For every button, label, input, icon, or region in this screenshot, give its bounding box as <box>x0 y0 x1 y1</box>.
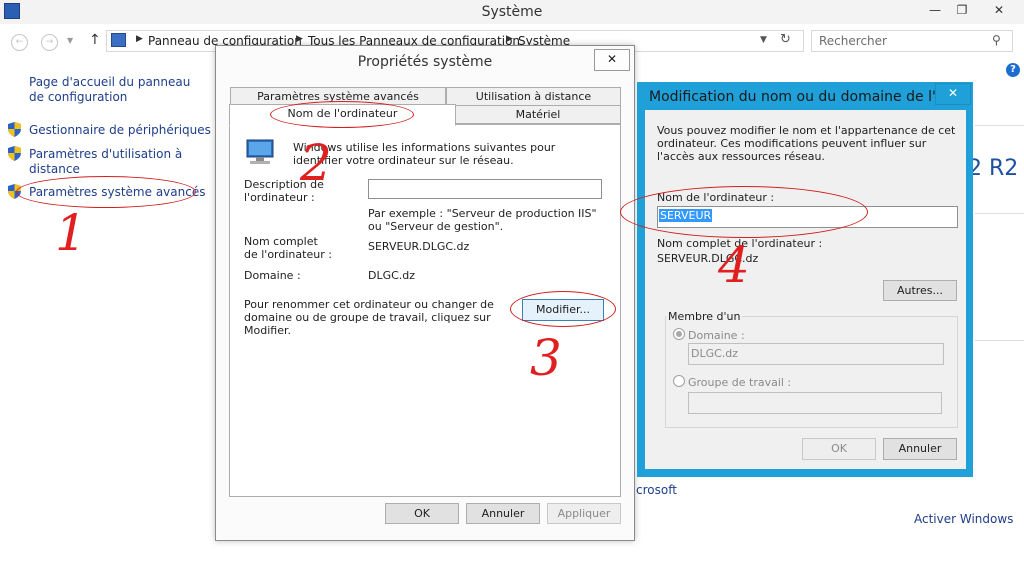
sidebar-item-remote-settings[interactable]: Paramètres d'utilisation à distance <box>29 147 189 177</box>
ok-button[interactable]: OK <box>385 503 459 524</box>
computer-icon <box>246 139 274 164</box>
domain-input[interactable]: DLGC.dz <box>688 343 944 365</box>
rename-instructions: Pour renommer cet ordinateur ou changer … <box>244 298 494 337</box>
annotation-number-3: 3 <box>530 329 562 387</box>
domain-label: Domaine : <box>244 269 301 282</box>
activate-windows-link[interactable]: Activer Windows <box>914 512 1013 526</box>
domain-value: DLGC.dz <box>368 269 416 282</box>
annotation-ellipse-2 <box>270 101 414 128</box>
refresh-icon[interactable]: ↻ <box>780 32 791 47</box>
help-icon[interactable]: ? <box>1006 63 1020 77</box>
forward-button[interactable]: → <box>41 34 58 51</box>
full-name-label: Nom complet de l'ordinateur : <box>244 235 332 261</box>
annotation-number-2: 2 <box>300 134 332 192</box>
microsoft-link-fragment[interactable]: crosoft <box>636 483 677 497</box>
example-text: Par exemple : "Serveur de production IIS… <box>368 207 597 233</box>
control-panel-icon <box>111 33 126 47</box>
annotation-number-1: 1 <box>55 204 87 262</box>
dialog-close-button[interactable]: ✕ <box>594 49 630 71</box>
address-dropdown-icon[interactable]: ▼ <box>760 35 767 45</box>
member-of-label: Membre d'un <box>666 310 743 323</box>
domain-radio-label: Domaine : <box>688 329 745 342</box>
control-panel-home-link[interactable]: Page d'accueil du panneau de configurati… <box>29 75 199 105</box>
intro-text: Windows utilise les informations suivant… <box>293 141 556 167</box>
shield-icon <box>8 122 21 137</box>
workgroup-radio[interactable] <box>673 375 685 387</box>
tab-remote[interactable]: Utilisation à distance <box>446 87 621 106</box>
restore-button[interactable]: ❐ <box>948 0 976 20</box>
up-button[interactable]: ↑ <box>89 32 101 48</box>
others-button[interactable]: Autres... <box>883 280 957 301</box>
breadcrumb-separator: ▶ <box>296 34 303 44</box>
rename-intro: Vous pouvez modifier le nom et l'apparte… <box>657 124 956 163</box>
rename-dialog-title: Modification du nom ou du domaine de l'.… <box>649 89 950 105</box>
divider <box>975 213 1024 214</box>
annotation-ellipse-4 <box>620 186 868 238</box>
breadcrumb-separator: ▶ <box>506 34 513 44</box>
search-placeholder: Rechercher <box>819 34 887 48</box>
annotation-ellipse-3 <box>510 291 616 327</box>
tab-hardware[interactable]: Matériel <box>455 105 621 124</box>
annotation-number-4: 4 <box>718 236 750 294</box>
domain-radio[interactable] <box>673 328 685 340</box>
rename-dialog-close-button[interactable]: ✕ <box>935 83 971 105</box>
full-name-value: SERVEUR.DLGC.dz <box>368 240 470 253</box>
workgroup-input[interactable] <box>688 392 942 414</box>
description-input[interactable] <box>368 179 602 199</box>
sidebar-item-device-manager[interactable]: Gestionnaire de périphériques <box>29 123 211 138</box>
cancel-button[interactable]: Annuler <box>466 503 540 524</box>
breadcrumb-separator: ▶ <box>136 34 143 44</box>
window-title: Système <box>481 4 543 20</box>
workgroup-radio-label: Groupe de travail : <box>688 376 792 389</box>
dialog-title: Propriétés système <box>357 54 493 70</box>
search-icon[interactable]: ⚲ <box>992 33 1001 47</box>
recent-dropdown-icon[interactable]: ▼ <box>67 36 73 45</box>
back-button[interactable]: ← <box>11 34 28 51</box>
shield-icon <box>8 146 21 161</box>
divider <box>975 340 1024 341</box>
minimize-button[interactable]: — <box>921 0 949 20</box>
rename-cancel-button[interactable]: Annuler <box>883 438 957 460</box>
edition-fragment: 2 R2 <box>968 156 1019 181</box>
annotation-ellipse-1 <box>16 176 196 208</box>
close-button[interactable]: ✕ <box>976 0 1022 20</box>
divider <box>975 125 1024 126</box>
rename-ok-button[interactable]: OK <box>802 438 876 460</box>
apply-button[interactable]: Appliquer <box>547 503 621 524</box>
